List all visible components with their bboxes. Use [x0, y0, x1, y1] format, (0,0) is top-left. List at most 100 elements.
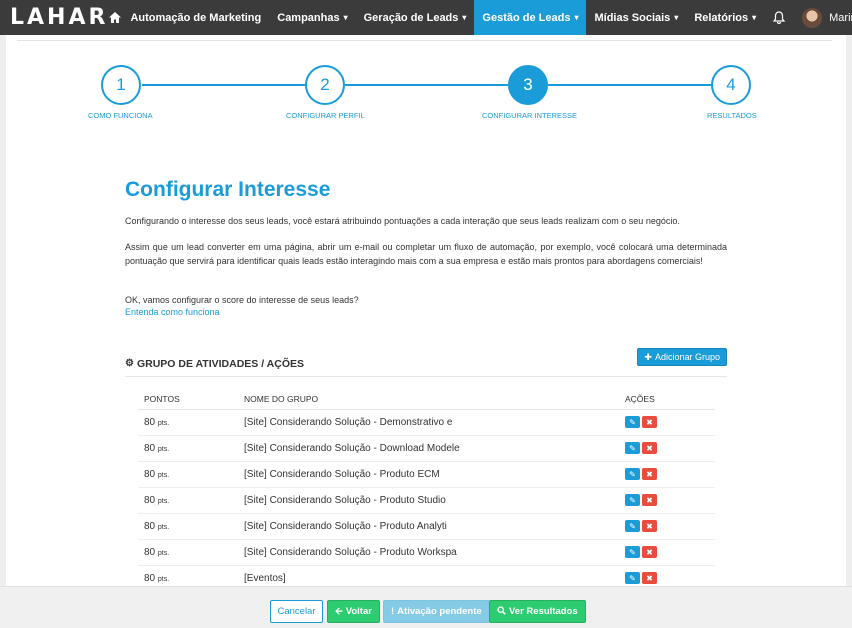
- cancel-button[interactable]: Cancelar: [270, 600, 323, 623]
- user-name: Marina: [829, 11, 852, 24]
- column-header-actions: AÇÕES: [619, 390, 715, 410]
- avatar: [802, 7, 823, 28]
- row-points: 80 pts.: [138, 487, 238, 514]
- chevron-down-icon: ▾: [462, 13, 467, 22]
- wizard-step-label: CONFIGURAR INTERESSE: [482, 111, 578, 120]
- nav-relatorios[interactable]: Relatórios ▾: [686, 0, 764, 35]
- wizard-step-1[interactable]: 1: [101, 65, 141, 105]
- nav-label: Gestão de Leads: [482, 11, 571, 24]
- table-row: 80 pts. [Site] Considerando Solução - Pro…: [138, 461, 715, 488]
- edit-icon[interactable]: ✎: [625, 572, 640, 584]
- row-points: 80 pts.: [138, 565, 238, 586]
- edit-icon[interactable]: ✎: [625, 520, 640, 532]
- table-row: 80 pts. [Site] Considerando Solução - Pro…: [138, 487, 715, 514]
- intro-paragraph: Configurando o interesse dos seus leads,…: [125, 216, 680, 226]
- edit-icon[interactable]: ✎: [625, 442, 640, 454]
- table-row: 80 pts. [Site] Considerando Solução - Pro…: [138, 539, 715, 566]
- row-actions: ✎ ✖: [619, 461, 715, 488]
- plus-icon: ✚: [644, 351, 652, 362]
- delete-icon[interactable]: ✖: [642, 520, 657, 532]
- chevron-down-icon: ▾: [343, 13, 348, 22]
- divider: [17, 40, 832, 41]
- delete-icon[interactable]: ✖: [642, 494, 657, 506]
- edit-icon[interactable]: ✎: [625, 494, 640, 506]
- arrow-left-icon: 🡨: [335, 605, 343, 617]
- chevron-down-icon: ▾: [752, 13, 757, 22]
- points-unit: pts.: [157, 575, 170, 583]
- row-group-name: [Site] Considerando Solução - Produto EC…: [238, 461, 619, 488]
- back-button[interactable]: 🡨 Voltar: [327, 600, 380, 623]
- row-points: 80 pts.: [138, 409, 238, 436]
- intro-paragraph: OK, vamos configurar o score do interess…: [125, 295, 359, 305]
- section-title: ⚙ GRUPO DE ATIVIDADES / AÇÕES: [125, 358, 304, 370]
- delete-icon[interactable]: ✖: [642, 572, 657, 584]
- row-group-name: [Site] Considerando Solução - Download M…: [238, 435, 619, 462]
- groups-section-header: ⚙ GRUPO DE ATIVIDADES / AÇÕES ✚ Adiciona…: [125, 348, 727, 377]
- section-title-text: GRUPO DE ATIVIDADES / AÇÕES: [136, 357, 305, 370]
- wizard-step-4[interactable]: 4: [711, 65, 751, 105]
- user-menu[interactable]: Marina: [794, 7, 852, 28]
- gear-icon: ⚙: [125, 358, 134, 369]
- row-group-name: [Eventos]: [238, 565, 619, 586]
- edit-icon[interactable]: ✎: [625, 416, 640, 428]
- points-value: 80: [144, 416, 156, 428]
- activation-pending-button[interactable]: ! Ativação pendente: [383, 600, 490, 623]
- table-row: 80 pts. [Eventos] ✎ ✖: [138, 565, 715, 586]
- add-group-label: Adicionar Grupo: [654, 352, 720, 362]
- nav-label: Relatórios: [694, 11, 749, 24]
- delete-icon[interactable]: ✖: [642, 546, 657, 558]
- delete-icon[interactable]: ✖: [642, 468, 657, 480]
- row-actions: ✎ ✖: [619, 513, 715, 540]
- points-unit: pts.: [157, 445, 170, 453]
- back-label: Voltar: [345, 606, 372, 617]
- step-connector: [345, 84, 508, 86]
- chevron-down-icon: ▾: [674, 13, 679, 22]
- points-value: 80: [144, 494, 156, 506]
- points-unit: pts.: [157, 549, 170, 557]
- edit-icon[interactable]: ✎: [625, 546, 640, 558]
- table-body: 80 pts. [Site] Considerando Solução - Dem…: [138, 409, 715, 586]
- row-points: 80 pts.: [138, 513, 238, 540]
- page-title: Configurar Interesse: [125, 178, 331, 201]
- delete-icon[interactable]: ✖: [642, 442, 657, 454]
- nav-automacao-marketing[interactable]: Automação de Marketing: [122, 0, 269, 35]
- navbar-right: Marina: [764, 0, 852, 35]
- table-row: 80 pts. [Site] Considerando Solução - Dow…: [138, 435, 715, 462]
- groups-table: PONTOS NOME DO GRUPO AÇÕES 80 pts. [Site]…: [138, 390, 715, 586]
- row-actions: ✎ ✖: [619, 409, 715, 436]
- row-actions: ✎ ✖: [619, 539, 715, 566]
- nav-midias-sociais[interactable]: Mídias Sociais ▾: [586, 0, 686, 35]
- add-group-button[interactable]: ✚ Adicionar Grupo: [637, 348, 727, 366]
- nav-campanhas[interactable]: Campanhas ▾: [269, 0, 355, 35]
- points-unit: pts.: [157, 419, 170, 427]
- exclamation-icon: !: [391, 606, 395, 617]
- points-value: 80: [144, 520, 156, 532]
- nav-geracao-leads[interactable]: Geração de Leads ▾: [356, 0, 475, 35]
- delete-icon[interactable]: ✖: [642, 416, 657, 428]
- step-connector: [548, 84, 711, 86]
- intro-paragraph: Assim que um lead converter em uma págin…: [125, 242, 727, 266]
- row-points: 80 pts.: [138, 461, 238, 488]
- cancel-label: Cancelar: [277, 606, 316, 617]
- row-group-name: [Site] Considerando Solução - Produto Wo…: [238, 539, 619, 566]
- nav-gestao-leads[interactable]: Gestão de Leads ▾: [474, 0, 587, 35]
- home-icon[interactable]: [108, 0, 122, 35]
- bell-icon[interactable]: [764, 11, 794, 24]
- wizard-step-3[interactable]: 3: [508, 65, 548, 105]
- help-link[interactable]: Entenda como funciona: [125, 307, 727, 317]
- nav-label: Geração de Leads: [363, 11, 459, 24]
- wizard-step-2[interactable]: 2: [305, 65, 345, 105]
- view-results-button[interactable]: Ver Resultados: [489, 600, 586, 623]
- footer-bar: Cancelar 🡨 Voltar ! Ativação pendente Ve…: [0, 586, 852, 628]
- edit-icon[interactable]: ✎: [625, 468, 640, 480]
- search-icon: [497, 605, 506, 618]
- results-label: Ver Resultados: [509, 606, 578, 617]
- points-unit: pts.: [157, 471, 170, 479]
- points-value: 80: [144, 442, 156, 454]
- top-navbar: LAHAR Automação de Marketing Campanhas ▾…: [0, 0, 852, 35]
- row-group-name: [Site] Considerando Solução - Produto St…: [238, 487, 619, 514]
- lahar-logo[interactable]: LAHAR: [0, 0, 108, 35]
- points-value: 80: [144, 468, 156, 480]
- chevron-down-icon: ▾: [574, 13, 579, 22]
- row-actions: ✎ ✖: [619, 487, 715, 514]
